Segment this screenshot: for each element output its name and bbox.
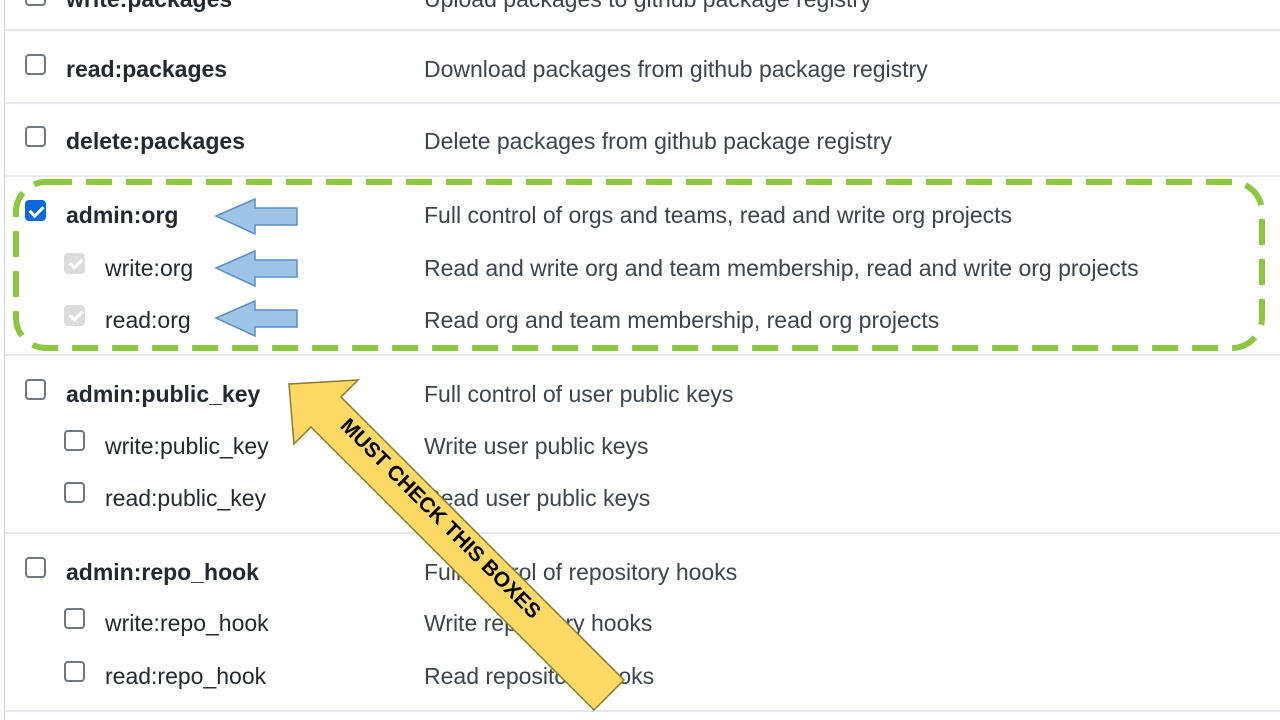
scope-label-read-public-key: read:public_key bbox=[105, 485, 267, 511]
pointer-arrow-write-org bbox=[214, 249, 298, 288]
scope-desc-admin-public-key: Full control of user public keys bbox=[424, 381, 734, 407]
scope-desc-delete-packages: Delete packages from github package regi… bbox=[424, 128, 892, 154]
checkbox-read-packages[interactable] bbox=[25, 54, 46, 75]
scope-label-admin-public-key: admin:public_key bbox=[66, 381, 261, 407]
scope-label-write-repo-hook: write:repo_hook bbox=[105, 610, 269, 636]
scope-desc-read-packages: Download packages from github package re… bbox=[424, 56, 928, 82]
checkbox-admin-repo-hook[interactable] bbox=[25, 557, 46, 578]
scope-desc-write-public-key: Write user public keys bbox=[424, 433, 649, 459]
scope-desc-write-packages: Upload packages to github package regist… bbox=[424, 0, 872, 13]
row-divider bbox=[5, 710, 1280, 712]
checkbox-write-public-key[interactable] bbox=[64, 430, 85, 451]
checkbox-read-repo-hook[interactable] bbox=[64, 661, 85, 682]
row-divider bbox=[5, 354, 1280, 356]
checkbox-write-repo-hook[interactable] bbox=[64, 608, 85, 629]
scope-label-write-public-key: write:public_key bbox=[105, 433, 269, 459]
scope-desc-read-public-key: Read user public keys bbox=[424, 485, 651, 511]
scope-label-admin-org: admin:org bbox=[66, 202, 179, 228]
scope-desc-read-org: Read org and team membership, read org p… bbox=[424, 307, 940, 333]
scope-label-read-repo-hook: read:repo_hook bbox=[105, 663, 267, 689]
checkbox-admin-public-key[interactable] bbox=[25, 379, 46, 400]
checkbox-read-public-key[interactable] bbox=[64, 482, 85, 503]
checkbox-write-org[interactable] bbox=[64, 253, 85, 274]
scope-desc-write-org: Read and write org and team membership, … bbox=[424, 255, 1139, 281]
checkbox-delete-packages[interactable] bbox=[25, 126, 46, 147]
scope-label-write-packages: write:packages bbox=[66, 0, 232, 13]
row-divider bbox=[5, 29, 1280, 31]
scope-label-write-org: write:org bbox=[105, 255, 194, 281]
row-divider bbox=[5, 102, 1280, 104]
oauth-scopes-panel: write:packages Upload packages to github… bbox=[0, 0, 1280, 720]
scope-desc-admin-org: Full control of orgs and teams, read and… bbox=[424, 202, 1013, 228]
scope-desc-read-repo-hook: Read repository hooks bbox=[424, 663, 655, 689]
checkbox-read-org[interactable] bbox=[64, 305, 85, 326]
pointer-arrow-read-org bbox=[214, 299, 298, 338]
checkbox-write-packages[interactable] bbox=[25, 0, 46, 6]
row-divider bbox=[5, 532, 1280, 534]
scope-label-delete-packages: delete:packages bbox=[66, 128, 245, 154]
row-divider bbox=[5, 175, 1280, 177]
pointer-arrow-admin-org bbox=[214, 197, 298, 236]
panel-left-border bbox=[4, 0, 5, 720]
scope-label-read-org: read:org bbox=[105, 307, 191, 333]
scope-label-read-packages: read:packages bbox=[66, 56, 228, 82]
checkbox-admin-org[interactable] bbox=[25, 200, 46, 221]
scope-label-admin-repo-hook: admin:repo_hook bbox=[66, 559, 259, 585]
